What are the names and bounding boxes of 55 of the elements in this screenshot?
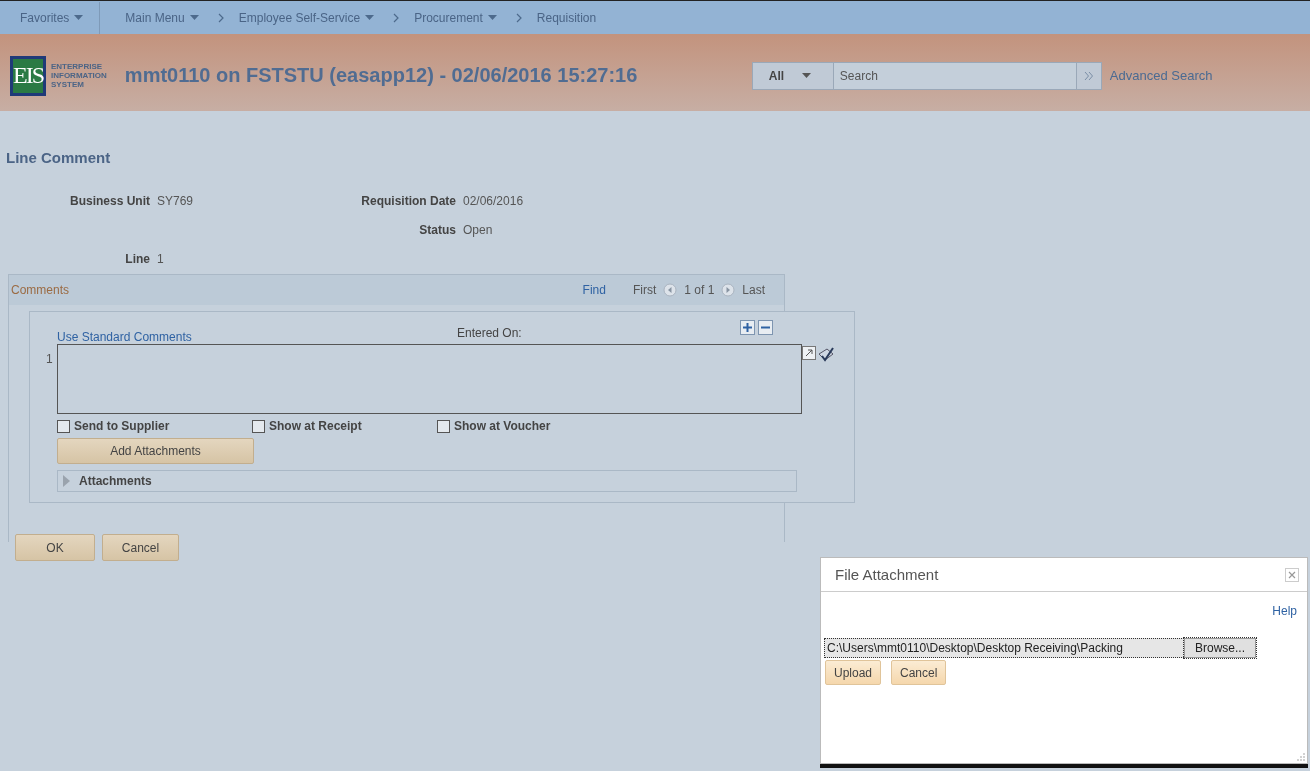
close-button[interactable] — [1285, 567, 1299, 582]
checkbox[interactable] — [437, 419, 450, 433]
add-attachments-button[interactable]: Add Attachments — [57, 438, 254, 464]
field-value: 02/06/2016 — [463, 193, 525, 210]
caret-icon — [487, 14, 497, 21]
chevron-icon — [216, 12, 225, 23]
cancel-button[interactable]: Cancel — [891, 660, 947, 685]
caret-icon — [189, 14, 199, 21]
standard-comments-link[interactable]: Use Standard Comments — [57, 330, 457, 344]
field-label: Line — [124, 251, 150, 268]
triangle-right-icon — [62, 475, 71, 487]
close-icon — [1288, 570, 1296, 579]
chevron-icon — [392, 12, 401, 23]
field-value: Open — [463, 222, 494, 239]
logo-mark: EIS — [10, 55, 46, 96]
row-number: 1 — [46, 352, 54, 366]
page-title: Line Comment — [5, 148, 112, 168]
plus-icon — [743, 323, 752, 332]
section-title: Comments — [11, 283, 70, 297]
checkbox[interactable] — [57, 419, 70, 433]
next-icon — [721, 283, 736, 297]
field-value: SY769 — [157, 193, 195, 210]
first-label: First — [632, 283, 657, 297]
checkbox-label: Show at Receipt — [269, 419, 362, 433]
file-path-field[interactable]: C:\Users\mmt0110\Desktop\Desktop Receiving\Packing — [824, 638, 1184, 658]
caret-icon — [365, 14, 375, 21]
attachments-header[interactable]: Attachments — [57, 470, 797, 492]
caret-icon — [74, 14, 84, 21]
last-label: Last — [742, 283, 765, 297]
checkbox-label: Send to Supplier — [74, 419, 170, 433]
upload-button[interactable]: Upload — [825, 660, 882, 685]
row-counter: 1 of 1 — [684, 283, 715, 297]
previous-icon — [663, 283, 678, 297]
cancel-button[interactable]: Cancel — [102, 534, 179, 561]
field-label: Business Unit — [69, 193, 150, 210]
dialog-title: File Attachment — [835, 566, 939, 583]
logo-text: ENTERPRISE INFORMATION SYSTEM — [51, 62, 107, 89]
spellcheck-icon — [817, 346, 835, 364]
comment-field[interactable] — [57, 344, 802, 414]
checkbox[interactable] — [252, 419, 265, 433]
field-label: Status — [418, 222, 456, 239]
delete-row-button[interactable] — [758, 320, 773, 335]
chevron-icon — [514, 12, 523, 23]
browse-button[interactable]: Browse... — [1184, 638, 1256, 658]
find-link[interactable]: Find — [582, 283, 606, 297]
checkbox-label: Show at Voucher — [454, 419, 551, 433]
add-row-button[interactable] — [740, 320, 755, 335]
help-link[interactable]: Help — [1272, 604, 1297, 618]
entered-on-label: Entered On: — [457, 326, 523, 342]
field-value: 1 — [157, 251, 165, 268]
expand-icon — [802, 346, 816, 360]
app-title: mmt0110 on FSTSTU (easapp12) - 02/06/2016 15:27:16 — [124, 64, 639, 87]
resize-grip-icon — [1297, 753, 1305, 761]
ok-button[interactable]: OK — [15, 534, 95, 561]
field-label: Requisition Date — [360, 193, 456, 210]
